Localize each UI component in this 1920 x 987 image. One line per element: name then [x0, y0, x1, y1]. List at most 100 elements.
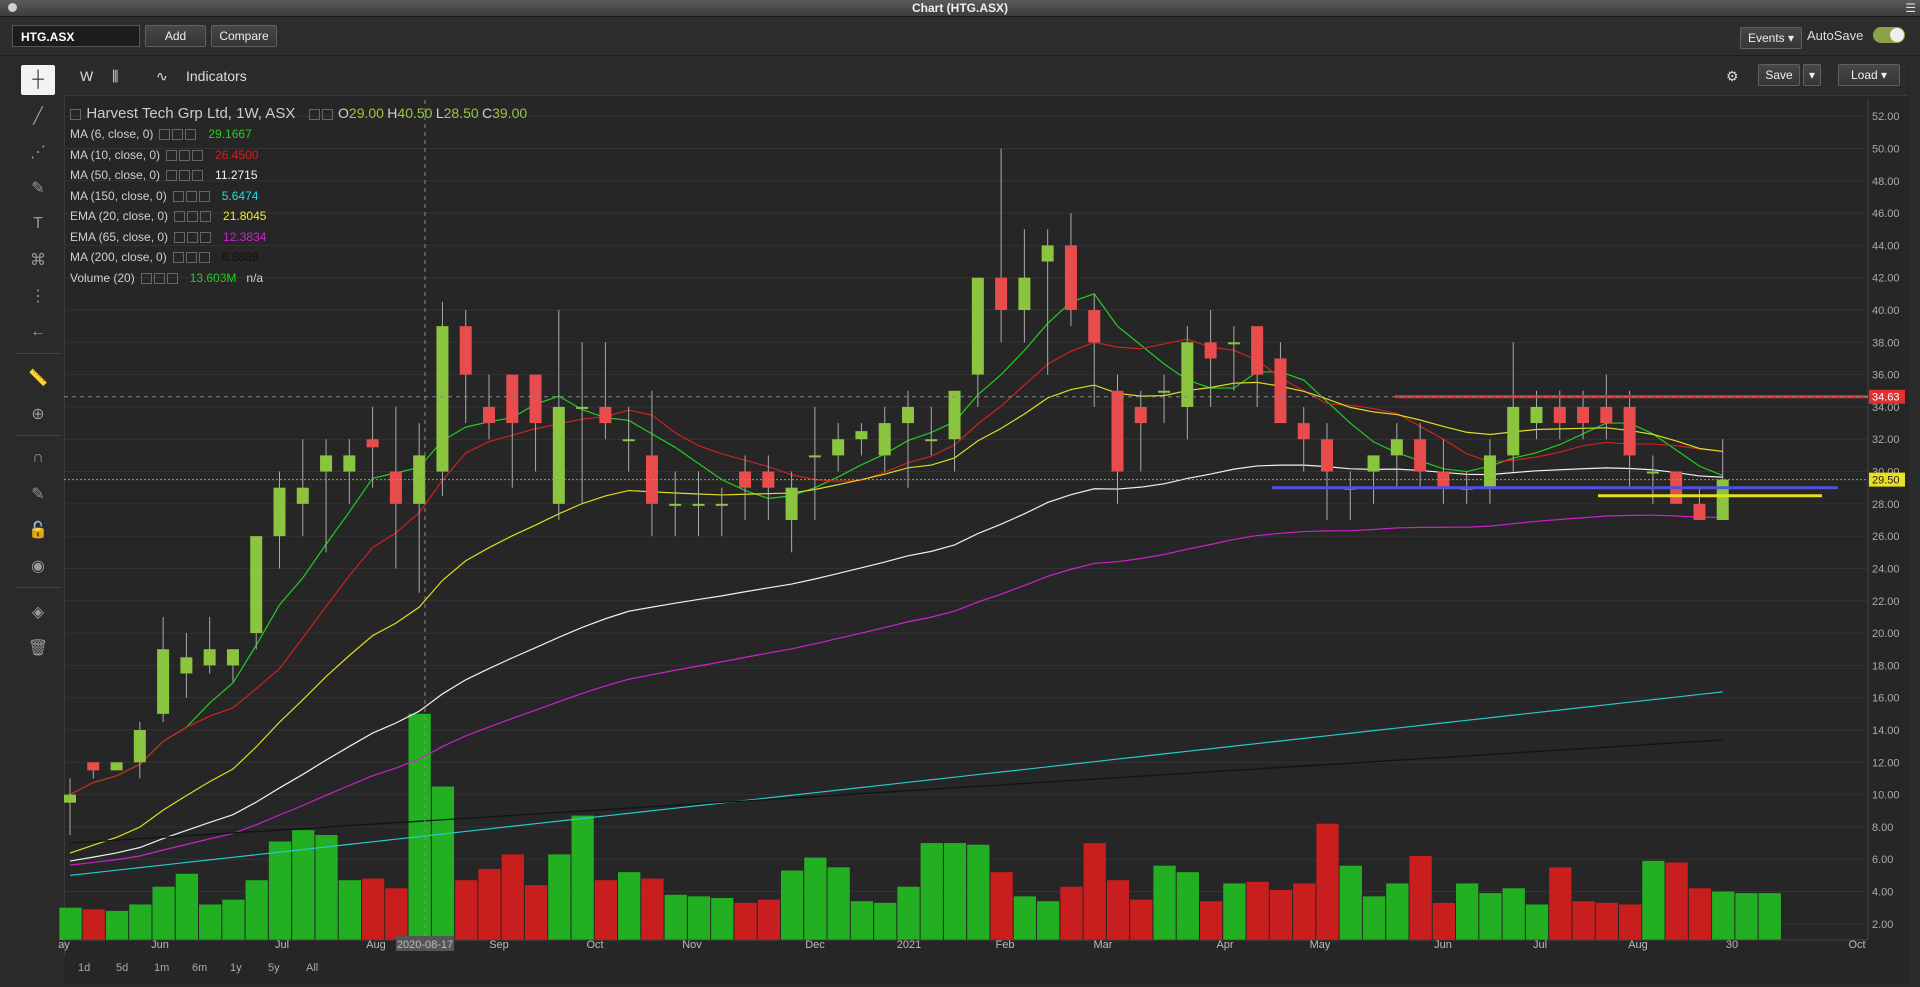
volume-bar — [524, 885, 548, 940]
volume-bar — [408, 713, 431, 940]
candle-body — [1321, 439, 1333, 472]
range-button-1d[interactable]: 1d — [78, 962, 90, 974]
close-icon[interactable] — [200, 211, 212, 223]
volume-bar — [1642, 860, 1665, 940]
eye-icon[interactable] — [172, 190, 184, 202]
price-tick-label: 18.00 — [1872, 660, 1900, 672]
candle-body — [273, 487, 286, 537]
volume-bar — [1339, 865, 1362, 940]
price-tick-label: 50.00 — [1872, 143, 1900, 155]
legend-header: Harvest Tech Grp Ltd, 1W, ASX O29.00 H40… — [70, 105, 527, 122]
candle-body — [296, 487, 309, 504]
price-tick-label: 32.00 — [1872, 434, 1900, 446]
gear-icon[interactable] — [185, 252, 197, 264]
volume-bar — [711, 898, 734, 940]
price-tick-label: 10.00 — [1872, 790, 1900, 802]
candle-body — [180, 657, 193, 674]
price-tick-label: 26.00 — [1872, 531, 1900, 543]
candle-body — [925, 439, 938, 442]
eye-icon[interactable] — [140, 272, 152, 284]
range-button-All[interactable]: All — [306, 962, 318, 974]
volume-bar — [1153, 865, 1176, 940]
gear-icon[interactable] — [179, 149, 191, 161]
eye-icon[interactable] — [159, 129, 171, 141]
range-button-6m[interactable]: 6m — [192, 962, 207, 974]
range-button-5y[interactable]: 5y — [268, 962, 280, 974]
close-icon[interactable] — [166, 272, 178, 284]
indicator-row: MA (10, close, 0) 26.4500 — [70, 148, 258, 162]
candle-body — [785, 487, 798, 520]
ohlc-low: 28.50 — [443, 105, 479, 121]
candle-body — [971, 277, 984, 375]
volume-bar — [338, 880, 361, 940]
indicator-line — [69, 691, 1723, 876]
close-icon[interactable] — [185, 129, 197, 141]
indicator-row: EMA (20, close, 0) 21.8045 — [70, 209, 266, 223]
gear-icon[interactable] — [179, 170, 191, 182]
gear-icon[interactable] — [185, 190, 197, 202]
price-tick-label: 6.00 — [1872, 854, 1893, 866]
candle-body — [413, 455, 426, 504]
range-button-1y[interactable]: 1y — [230, 962, 242, 974]
close-icon[interactable] — [192, 149, 204, 161]
eye-icon[interactable] — [166, 170, 178, 182]
volume-bar — [1316, 823, 1339, 940]
gear-icon[interactable] — [172, 129, 184, 141]
gear-icon[interactable] — [153, 272, 165, 284]
volume-bar — [1735, 893, 1758, 940]
volume-bar — [1013, 896, 1037, 940]
eye-icon[interactable] — [174, 231, 186, 243]
time-axis-label: Mar — [1094, 939, 1113, 951]
gear-icon[interactable] — [187, 211, 199, 223]
gear-icon[interactable] — [187, 231, 199, 243]
time-axis-label: Jul — [275, 939, 289, 951]
gear-icon[interactable] — [321, 109, 333, 121]
candle-body — [1367, 455, 1380, 472]
indicator-row: Volume (20) 13.603M n/a — [70, 271, 263, 285]
collapse-icon[interactable] — [70, 109, 81, 121]
price-tick-label: 46.00 — [1872, 208, 1900, 220]
volume-bar — [315, 835, 338, 940]
candle-body — [1018, 277, 1031, 310]
eye-icon[interactable] — [174, 211, 186, 223]
indicator-label: EMA (65, close, 0) — [70, 229, 169, 244]
candle-body — [599, 406, 612, 424]
eye-icon[interactable] — [172, 252, 184, 264]
candle-body — [1693, 503, 1706, 520]
indicator-value: 21.8045 — [223, 209, 267, 223]
volume-bar — [943, 843, 967, 940]
volume-bar — [1572, 901, 1595, 940]
time-axis-label: Oct — [1848, 939, 1865, 951]
indicator-value: 12.3834 — [223, 229, 267, 244]
eye-icon[interactable] — [308, 109, 320, 121]
indicator-line — [69, 514, 1723, 866]
volume-bar — [664, 894, 687, 940]
close-icon[interactable] — [198, 190, 210, 202]
eye-icon[interactable] — [166, 149, 178, 161]
volume-bar — [1223, 883, 1246, 940]
volume-bar — [1502, 888, 1525, 940]
candle-body — [64, 794, 76, 803]
volume-bar — [1758, 893, 1781, 940]
price-tick-label: 12.00 — [1872, 757, 1900, 769]
candle-body — [1158, 390, 1171, 393]
price-tick-label: 22.00 — [1872, 596, 1900, 608]
volume-bar — [734, 902, 757, 940]
indicator-value: 13.603M — [189, 270, 237, 285]
close-icon[interactable] — [198, 252, 210, 264]
close-icon[interactable] — [192, 170, 204, 182]
ohlc-low-label: L — [435, 105, 444, 121]
close-icon[interactable] — [200, 231, 212, 243]
volume-bar — [618, 872, 641, 940]
volume-bar — [199, 904, 222, 940]
candle-body — [576, 406, 589, 409]
volume-bar — [804, 857, 827, 940]
range-button-1m[interactable]: 1m — [154, 962, 169, 974]
time-axis-label: 2020-08-17 — [397, 939, 453, 951]
volume-bar — [105, 910, 129, 940]
volume-bar — [455, 880, 478, 940]
range-button-5d[interactable]: 5d — [116, 962, 128, 974]
candle-body — [878, 423, 891, 456]
candle-body — [436, 326, 449, 472]
volume-bar — [1130, 899, 1153, 940]
